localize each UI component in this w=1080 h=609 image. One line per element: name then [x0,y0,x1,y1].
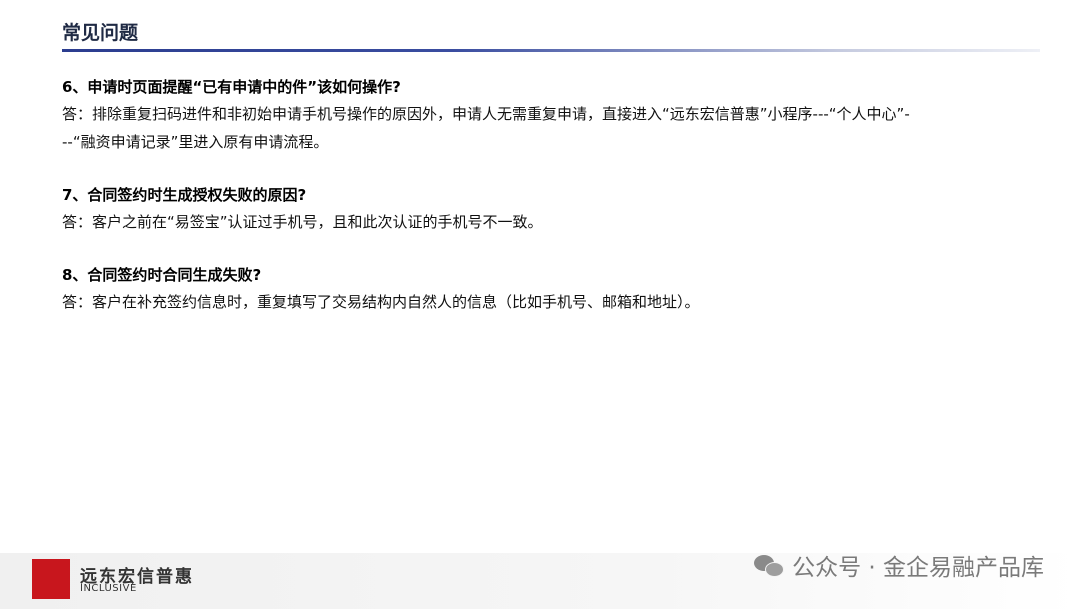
faq-question: 7、合同签约时生成授权失败的原因? [62,186,307,204]
faq-answer-line: 答：客户之前在“易签宝”认证过手机号，且和此次认证的手机号不一致。 [62,213,543,231]
brand-logo-icon [32,559,70,599]
faq-item-7: 7、合同签约时生成授权失败的原因? 答：客户之前在“易签宝”认证过手机号，且和此… [62,182,1022,236]
faq-list: 6、申请时页面提醒“已有申请中的件”该如何操作? 答：排除重复扫码进件和非初始申… [62,74,1022,342]
wechat-icon [754,553,785,577]
slide-header: 常见问题 [62,20,1040,54]
faq-question: 8、合同签约时合同生成失败? [62,266,262,284]
faq-item-8: 8、合同签约时合同生成失败? 答：客户在补充签约信息时，重复填写了交易结构内自然… [62,262,1022,316]
faq-question: 6、申请时页面提醒“已有申请中的件”该如何操作? [62,78,401,96]
faq-item-6: 6、申请时页面提醒“已有申请中的件”该如何操作? 答：排除重复扫码进件和非初始申… [62,74,1022,156]
faq-answer-line: 答：客户在补充签约信息时，重复填写了交易结构内自然人的信息（比如手机号、邮箱和地… [62,293,700,311]
faq-answer-line: --“融资申请记录”里进入原有申请流程。 [62,133,329,151]
slide-footer: 远东宏信普惠 INCLUSIVE 公众号 · 金企易融产品库 [0,553,1080,609]
brand-tagline: INCLUSIVE [80,583,137,594]
page-title: 常见问题 [62,22,139,44]
watermark-text: 公众号 · 金企易融产品库 [792,555,1044,581]
faq-answer-line: 答：排除重复扫码进件和非初始申请手机号操作的原因外，申请人无需重复申请，直接进入… [62,105,910,123]
title-underline [62,49,1040,52]
wechat-watermark: 公众号 · 金企易融产品库 [754,545,1044,585]
